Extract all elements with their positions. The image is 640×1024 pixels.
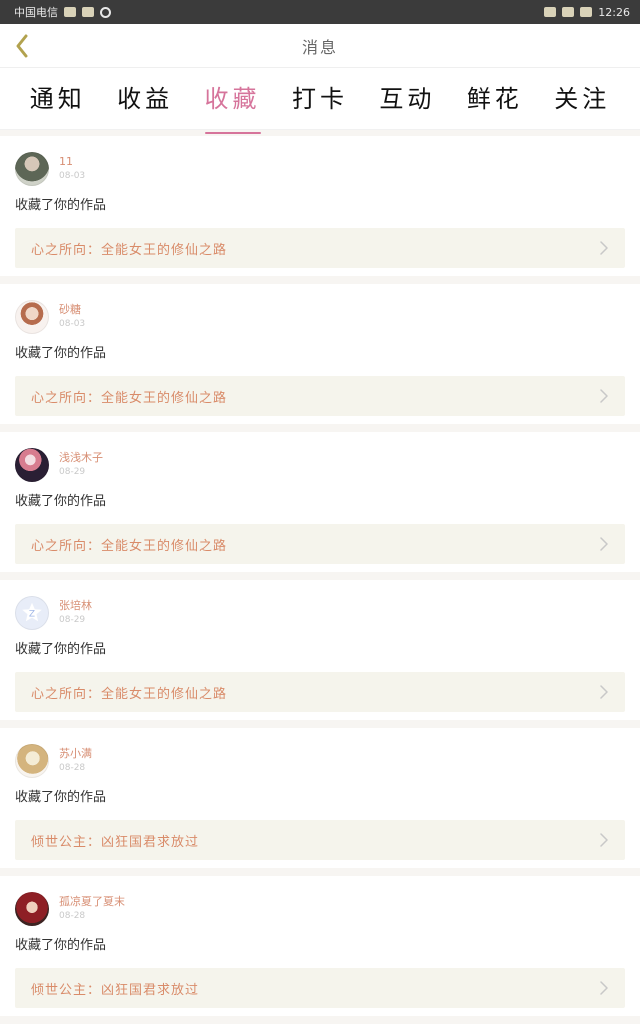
user-meta: 11 08-03 <box>59 152 85 182</box>
weather-icon <box>82 7 94 17</box>
work-title: 心之所向：全能女王的修仙之路 <box>31 686 228 702</box>
avatar[interactable] <box>15 152 49 186</box>
cloud-icon <box>64 7 76 17</box>
status-right: 12:26 <box>544 6 630 19</box>
app-root: 中国电信 12:26 消息 通知 收益 收藏 打卡 互动 鲜花 关注 11 08… <box>0 0 640 1024</box>
item-header: 苏小满 08-28 <box>15 744 625 784</box>
action-text: 收藏了你的作品 <box>15 642 107 657</box>
list-item: 11 08-03 收藏了你的作品 心之所向：全能女王的修仙之路 <box>0 136 640 276</box>
cat-icon <box>544 7 557 17</box>
item-header: 11 08-03 <box>15 152 625 192</box>
tab-bar: 通知 收益 收藏 打卡 互动 鲜花 关注 <box>0 68 640 134</box>
avatar[interactable] <box>15 892 49 926</box>
avatar[interactable] <box>15 300 49 334</box>
username[interactable]: 张培林 <box>59 598 92 614</box>
tab-checkin[interactable]: 打卡 <box>286 87 354 111</box>
list-item: 砂糖 08-03 收藏了你的作品 心之所向：全能女王的修仙之路 <box>0 284 640 424</box>
message-list: 11 08-03 收藏了你的作品 心之所向：全能女王的修仙之路 砂糖 08-03 <box>0 130 640 1024</box>
work-title: 心之所向：全能女王的修仙之路 <box>31 242 228 258</box>
item-header: Z 张培林 08-29 <box>15 596 625 636</box>
work-link[interactable]: 心之所向：全能女王的修仙之路 <box>15 672 625 712</box>
item-header: 浅浅木子 08-29 <box>15 448 625 488</box>
username[interactable]: 孤凉夏了夏末 <box>59 894 125 910</box>
user-meta: 孤凉夏了夏末 08-28 <box>59 892 125 922</box>
date: 08-03 <box>59 319 86 329</box>
carrier-text: 中国电信 <box>14 6 58 19</box>
username[interactable]: 砂糖 <box>59 302 85 318</box>
status-bar: 中国电信 12:26 <box>0 0 640 24</box>
work-link[interactable]: 倾世公主：凶狂国君求放过 <box>15 820 625 860</box>
action-text: 收藏了你的作品 <box>15 938 107 953</box>
action-text: 收藏了你的作品 <box>15 494 107 509</box>
chevron-right-icon <box>599 981 609 995</box>
list-item: 浅浅木子 08-29 收藏了你的作品 心之所向：全能女王的修仙之路 <box>0 432 640 572</box>
tab-notifications[interactable]: 通知 <box>24 87 92 111</box>
user-meta: 张培林 08-29 <box>59 596 92 626</box>
user-meta: 浅浅木子 08-29 <box>59 448 103 478</box>
tab-earnings[interactable]: 收益 <box>111 87 179 111</box>
work-title: 倾世公主：凶狂国君求放过 <box>31 834 200 850</box>
chevron-right-icon <box>599 241 609 255</box>
tab-flowers[interactable]: 鲜花 <box>461 87 529 111</box>
default-avatar-icon[interactable]: Z <box>15 596 49 630</box>
list-item: 苏小满 08-28 收藏了你的作品 倾世公主：凶狂国君求放过 <box>0 728 640 868</box>
sync-icon <box>100 6 111 18</box>
list-item: Z 张培林 08-29 收藏了你的作品 心之所向：全能女王的修仙之路 <box>0 580 640 720</box>
page-title: 消息 <box>301 37 338 57</box>
action-text: 收藏了你的作品 <box>15 790 107 805</box>
chevron-right-icon <box>599 537 609 551</box>
work-link[interactable]: 心之所向：全能女王的修仙之路 <box>15 524 625 564</box>
user-meta: 苏小满 08-28 <box>59 744 92 774</box>
date: 08-28 <box>59 763 86 773</box>
work-title: 心之所向：全能女王的修仙之路 <box>31 390 228 406</box>
status-left: 中国电信 <box>14 4 111 20</box>
battery-icon <box>580 7 593 17</box>
date: 08-29 <box>59 615 86 625</box>
chevron-right-icon <box>599 389 609 403</box>
chevron-left-icon <box>16 34 28 58</box>
chevron-right-icon <box>599 833 609 847</box>
signal-icon <box>562 7 575 17</box>
chevron-right-icon <box>599 685 609 699</box>
star-icon: Z <box>22 602 42 622</box>
work-link[interactable]: 心之所向：全能女王的修仙之路 <box>15 376 625 416</box>
work-title: 心之所向：全能女王的修仙之路 <box>31 538 228 554</box>
user-meta: 砂糖 08-03 <box>59 300 85 330</box>
action-text: 收藏了你的作品 <box>15 346 107 361</box>
username[interactable]: 11 <box>59 154 85 170</box>
tab-favorites[interactable]: 收藏 <box>199 87 267 134</box>
avatar[interactable] <box>15 744 49 778</box>
date: 08-29 <box>59 467 86 477</box>
action-text: 收藏了你的作品 <box>15 198 107 213</box>
tab-interactions[interactable]: 互动 <box>373 87 441 111</box>
date: 08-28 <box>59 911 86 921</box>
tab-follow[interactable]: 关注 <box>548 87 616 111</box>
username[interactable]: 浅浅木子 <box>59 450 103 466</box>
work-link[interactable]: 倾世公主：凶狂国君求放过 <box>15 968 625 1008</box>
back-button[interactable] <box>8 30 36 62</box>
username[interactable]: 苏小满 <box>59 746 92 762</box>
page-header: 消息 <box>0 24 640 68</box>
work-title: 倾世公主：凶狂国君求放过 <box>31 982 200 998</box>
date: 08-03 <box>59 171 86 181</box>
avatar[interactable] <box>15 448 49 482</box>
work-link[interactable]: 心之所向：全能女王的修仙之路 <box>15 228 625 268</box>
item-header: 孤凉夏了夏末 08-28 <box>15 892 625 932</box>
item-header: 砂糖 08-03 <box>15 300 625 340</box>
svg-text:Z: Z <box>29 610 35 620</box>
list-item: 孤凉夏了夏末 08-28 收藏了你的作品 倾世公主：凶狂国君求放过 <box>0 876 640 1016</box>
status-time: 12:26 <box>598 5 630 19</box>
